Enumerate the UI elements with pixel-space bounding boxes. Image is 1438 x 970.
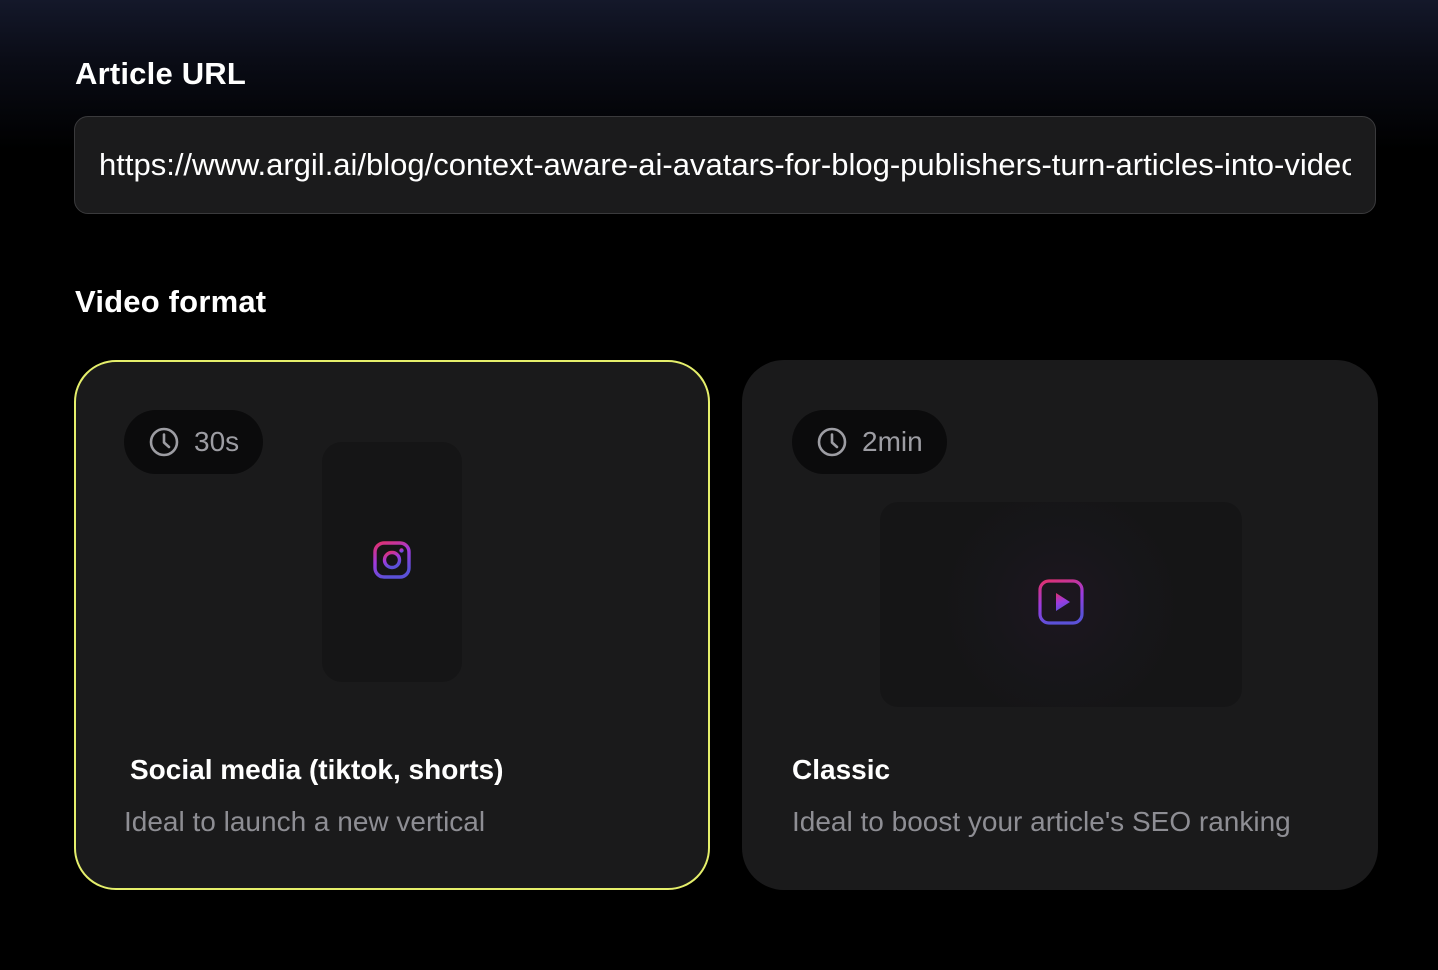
format-card-classic[interactable]: 2min Classic Ideal to boost your article… xyxy=(742,360,1378,890)
play-icon xyxy=(1037,578,1085,631)
duration-text: 2min xyxy=(862,426,923,457)
duration-badge: 2min xyxy=(792,410,947,474)
duration-badge: 30s xyxy=(124,410,264,474)
instagram-icon xyxy=(372,540,412,585)
format-title: Classic xyxy=(792,754,891,785)
format-title: Social media (tiktok, shorts) xyxy=(130,754,504,785)
format-description: Ideal to boost your article's SEO rankin… xyxy=(792,806,1291,837)
video-format-label: Video format xyxy=(75,284,267,319)
clock-icon xyxy=(816,426,848,458)
vertical-video-preview xyxy=(322,442,462,682)
article-url-field[interactable] xyxy=(74,116,1376,214)
duration-text: 30s xyxy=(194,426,240,457)
format-description: Ideal to launch a new vertical xyxy=(124,806,486,837)
clock-icon xyxy=(148,426,180,458)
article-url-label: Article URL xyxy=(75,56,247,91)
horizontal-video-preview xyxy=(880,502,1242,707)
article-url-input[interactable] xyxy=(99,147,1351,183)
format-card-social[interactable]: 30s Social media (tiktok, shorts) Ideal … xyxy=(74,360,710,890)
